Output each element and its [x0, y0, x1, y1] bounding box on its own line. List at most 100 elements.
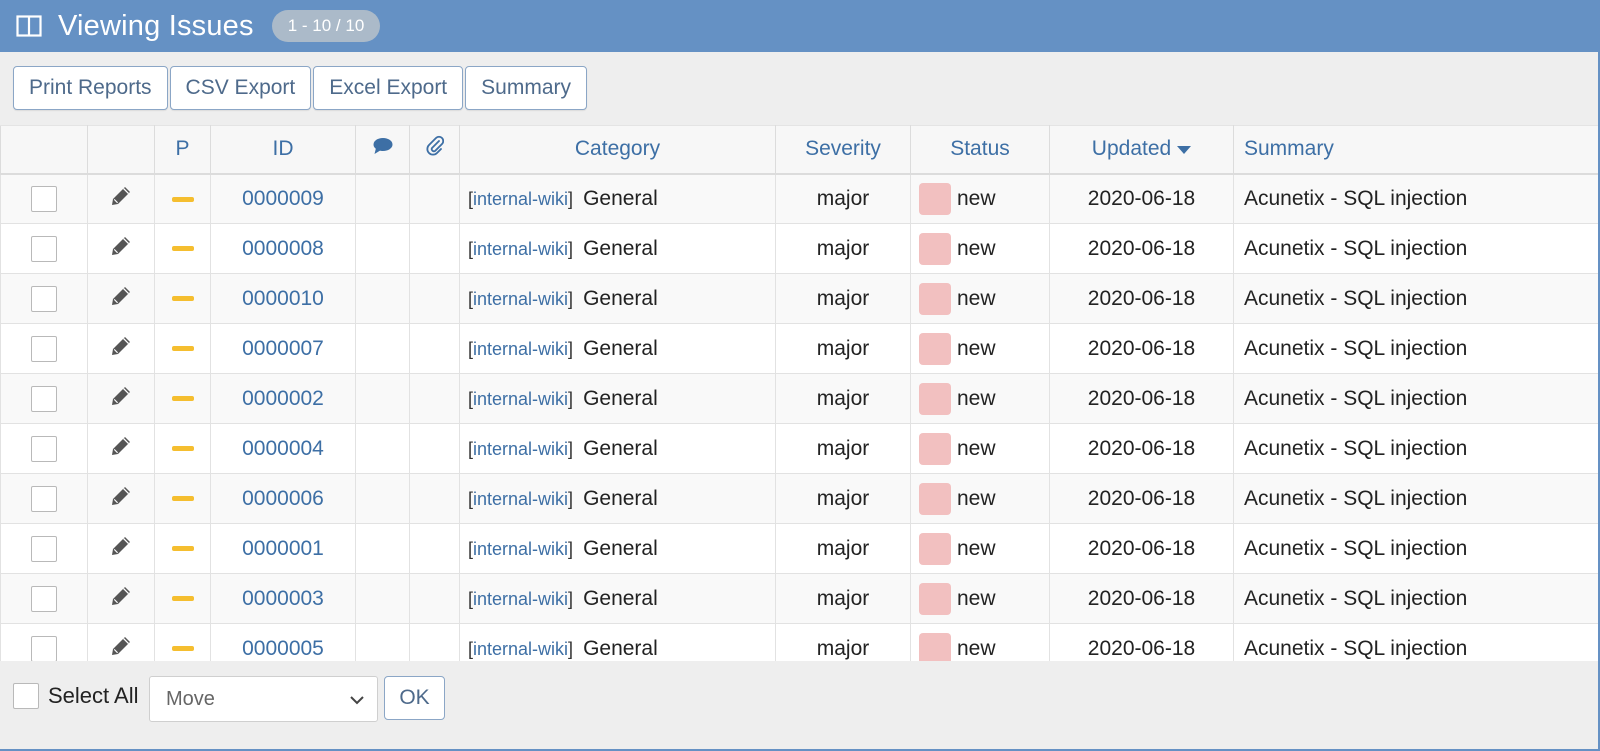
table-row[interactable]: 0000002 [internal-wiki] General major new 202…	[0, 373, 1600, 424]
notes-column-header[interactable]	[355, 125, 410, 175]
id-column-header[interactable]: ID	[210, 125, 356, 175]
pencil-icon[interactable]	[109, 184, 133, 208]
row-severity-cell: major	[775, 573, 911, 624]
project-link[interactable]: internal-wiki	[473, 489, 568, 509]
project-link[interactable]: internal-wiki	[473, 189, 568, 209]
project-tag: [internal-wiki]	[468, 638, 574, 659]
row-id-cell: 0000008	[210, 223, 356, 274]
project-tag: [internal-wiki]	[468, 288, 574, 309]
project-tag: [internal-wiki]	[468, 238, 574, 259]
pencil-icon[interactable]	[109, 234, 133, 258]
issue-id-link[interactable]: 0000009	[242, 187, 324, 210]
status-color-swatch	[919, 632, 951, 665]
table-row[interactable]: 0000004 [internal-wiki] General major new 202…	[0, 423, 1600, 474]
issue-rows: 0000009 [internal-wiki] General major new 202…	[0, 173, 1600, 674]
table-row[interactable]: 0000001 [internal-wiki] General major new 202…	[0, 523, 1600, 574]
pencil-icon[interactable]	[109, 534, 133, 558]
row-select-cell	[0, 573, 88, 624]
priority-column-header[interactable]: P	[154, 125, 211, 175]
summary-button[interactable]: Summary	[465, 66, 588, 110]
issue-id-link[interactable]: 0000001	[242, 537, 324, 560]
pencil-icon[interactable]	[109, 584, 133, 608]
issue-id-link[interactable]: 0000006	[242, 487, 324, 510]
status-color-swatch	[919, 432, 951, 465]
table-row[interactable]: 0000003 [internal-wiki] General major new 202…	[0, 573, 1600, 624]
issues-table: P ID Category Severity Status Updated Su…	[0, 125, 1600, 674]
row-checkbox[interactable]	[31, 185, 57, 212]
summary-column-header[interactable]: Summary	[1233, 125, 1600, 175]
row-summary-cell: Acunetix - SQL injection	[1233, 573, 1600, 624]
category-column-header[interactable]: Category	[459, 125, 776, 175]
excel-export-button[interactable]: Excel Export	[313, 66, 464, 110]
row-checkbox[interactable]	[31, 635, 57, 662]
issue-id-link[interactable]: 0000002	[242, 387, 324, 410]
table-row[interactable]: 0000009 [internal-wiki] General major new 202…	[0, 173, 1600, 224]
category-text: General	[583, 536, 658, 560]
pencil-icon[interactable]	[109, 284, 133, 308]
project-link[interactable]: internal-wiki	[473, 339, 568, 359]
row-notes-cell	[355, 173, 410, 224]
pencil-icon[interactable]	[109, 384, 133, 408]
pencil-icon[interactable]	[109, 434, 133, 458]
row-summary-cell: Acunetix - SQL injection	[1233, 173, 1600, 224]
status-text: new	[957, 586, 996, 610]
pencil-icon[interactable]	[109, 484, 133, 508]
select-all-label[interactable]: Select All	[48, 683, 139, 709]
row-checkbox[interactable]	[31, 385, 57, 412]
row-notes-cell	[355, 273, 410, 324]
category-text: General	[583, 336, 658, 360]
attachments-column-header[interactable]	[409, 125, 460, 175]
category-text: General	[583, 636, 658, 660]
project-link[interactable]: internal-wiki	[473, 439, 568, 459]
pencil-icon[interactable]	[109, 634, 133, 658]
issue-id-link[interactable]: 0000005	[242, 637, 324, 660]
issue-id-link[interactable]: 0000003	[242, 587, 324, 610]
table-row[interactable]: 0000006 [internal-wiki] General major new 202…	[0, 473, 1600, 524]
row-checkbox[interactable]	[31, 235, 57, 262]
issue-id-link[interactable]: 0000010	[242, 287, 324, 310]
table-row[interactable]: 0000007 [internal-wiki] General major new 202…	[0, 323, 1600, 374]
row-checkbox[interactable]	[31, 335, 57, 362]
status-column-header[interactable]: Status	[910, 125, 1050, 175]
table-row[interactable]: 0000008 [internal-wiki] General major new 202…	[0, 223, 1600, 274]
bulk-action-select[interactable]: Move	[149, 676, 378, 722]
updated-column-header[interactable]: Updated	[1049, 125, 1234, 175]
print-reports-button[interactable]: Print Reports	[13, 66, 168, 110]
project-link[interactable]: internal-wiki	[473, 289, 568, 309]
issue-id-link[interactable]: 0000007	[242, 337, 324, 360]
severity-column-header[interactable]: Severity	[775, 125, 911, 175]
row-checkbox[interactable]	[31, 535, 57, 562]
csv-export-button[interactable]: CSV Export	[169, 66, 312, 110]
row-category-cell: [internal-wiki] General	[459, 523, 776, 574]
row-priority-cell	[154, 423, 211, 474]
row-status-cell: new	[910, 223, 1050, 274]
columns-icon[interactable]	[16, 15, 42, 37]
row-category-cell: [internal-wiki] General	[459, 423, 776, 474]
row-checkbox[interactable]	[31, 585, 57, 612]
project-link[interactable]: internal-wiki	[473, 389, 568, 409]
row-checkbox[interactable]	[31, 485, 57, 512]
row-select-cell	[0, 323, 88, 374]
row-priority-cell	[154, 273, 211, 324]
row-attachments-cell	[409, 323, 460, 374]
category-text: General	[583, 586, 658, 610]
row-priority-cell	[154, 173, 211, 224]
row-status-cell: new	[910, 573, 1050, 624]
row-attachments-cell	[409, 373, 460, 424]
row-checkbox[interactable]	[31, 285, 57, 312]
table-row[interactable]: 0000010 [internal-wiki] General major new 202…	[0, 273, 1600, 324]
issue-id-link[interactable]: 0000004	[242, 437, 324, 460]
issue-id-link[interactable]: 0000008	[242, 237, 324, 260]
row-checkbox[interactable]	[31, 435, 57, 462]
row-severity-cell: major	[775, 273, 911, 324]
status-color-swatch	[919, 332, 951, 365]
project-link[interactable]: internal-wiki	[473, 239, 568, 259]
project-link[interactable]: internal-wiki	[473, 539, 568, 559]
project-link[interactable]: internal-wiki	[473, 639, 568, 659]
select-all-checkbox[interactable]	[13, 683, 39, 709]
ok-button[interactable]: OK	[384, 676, 445, 720]
pencil-icon[interactable]	[109, 334, 133, 358]
project-link[interactable]: internal-wiki	[473, 589, 568, 609]
row-severity-cell: major	[775, 323, 911, 374]
row-select-cell	[0, 273, 88, 324]
